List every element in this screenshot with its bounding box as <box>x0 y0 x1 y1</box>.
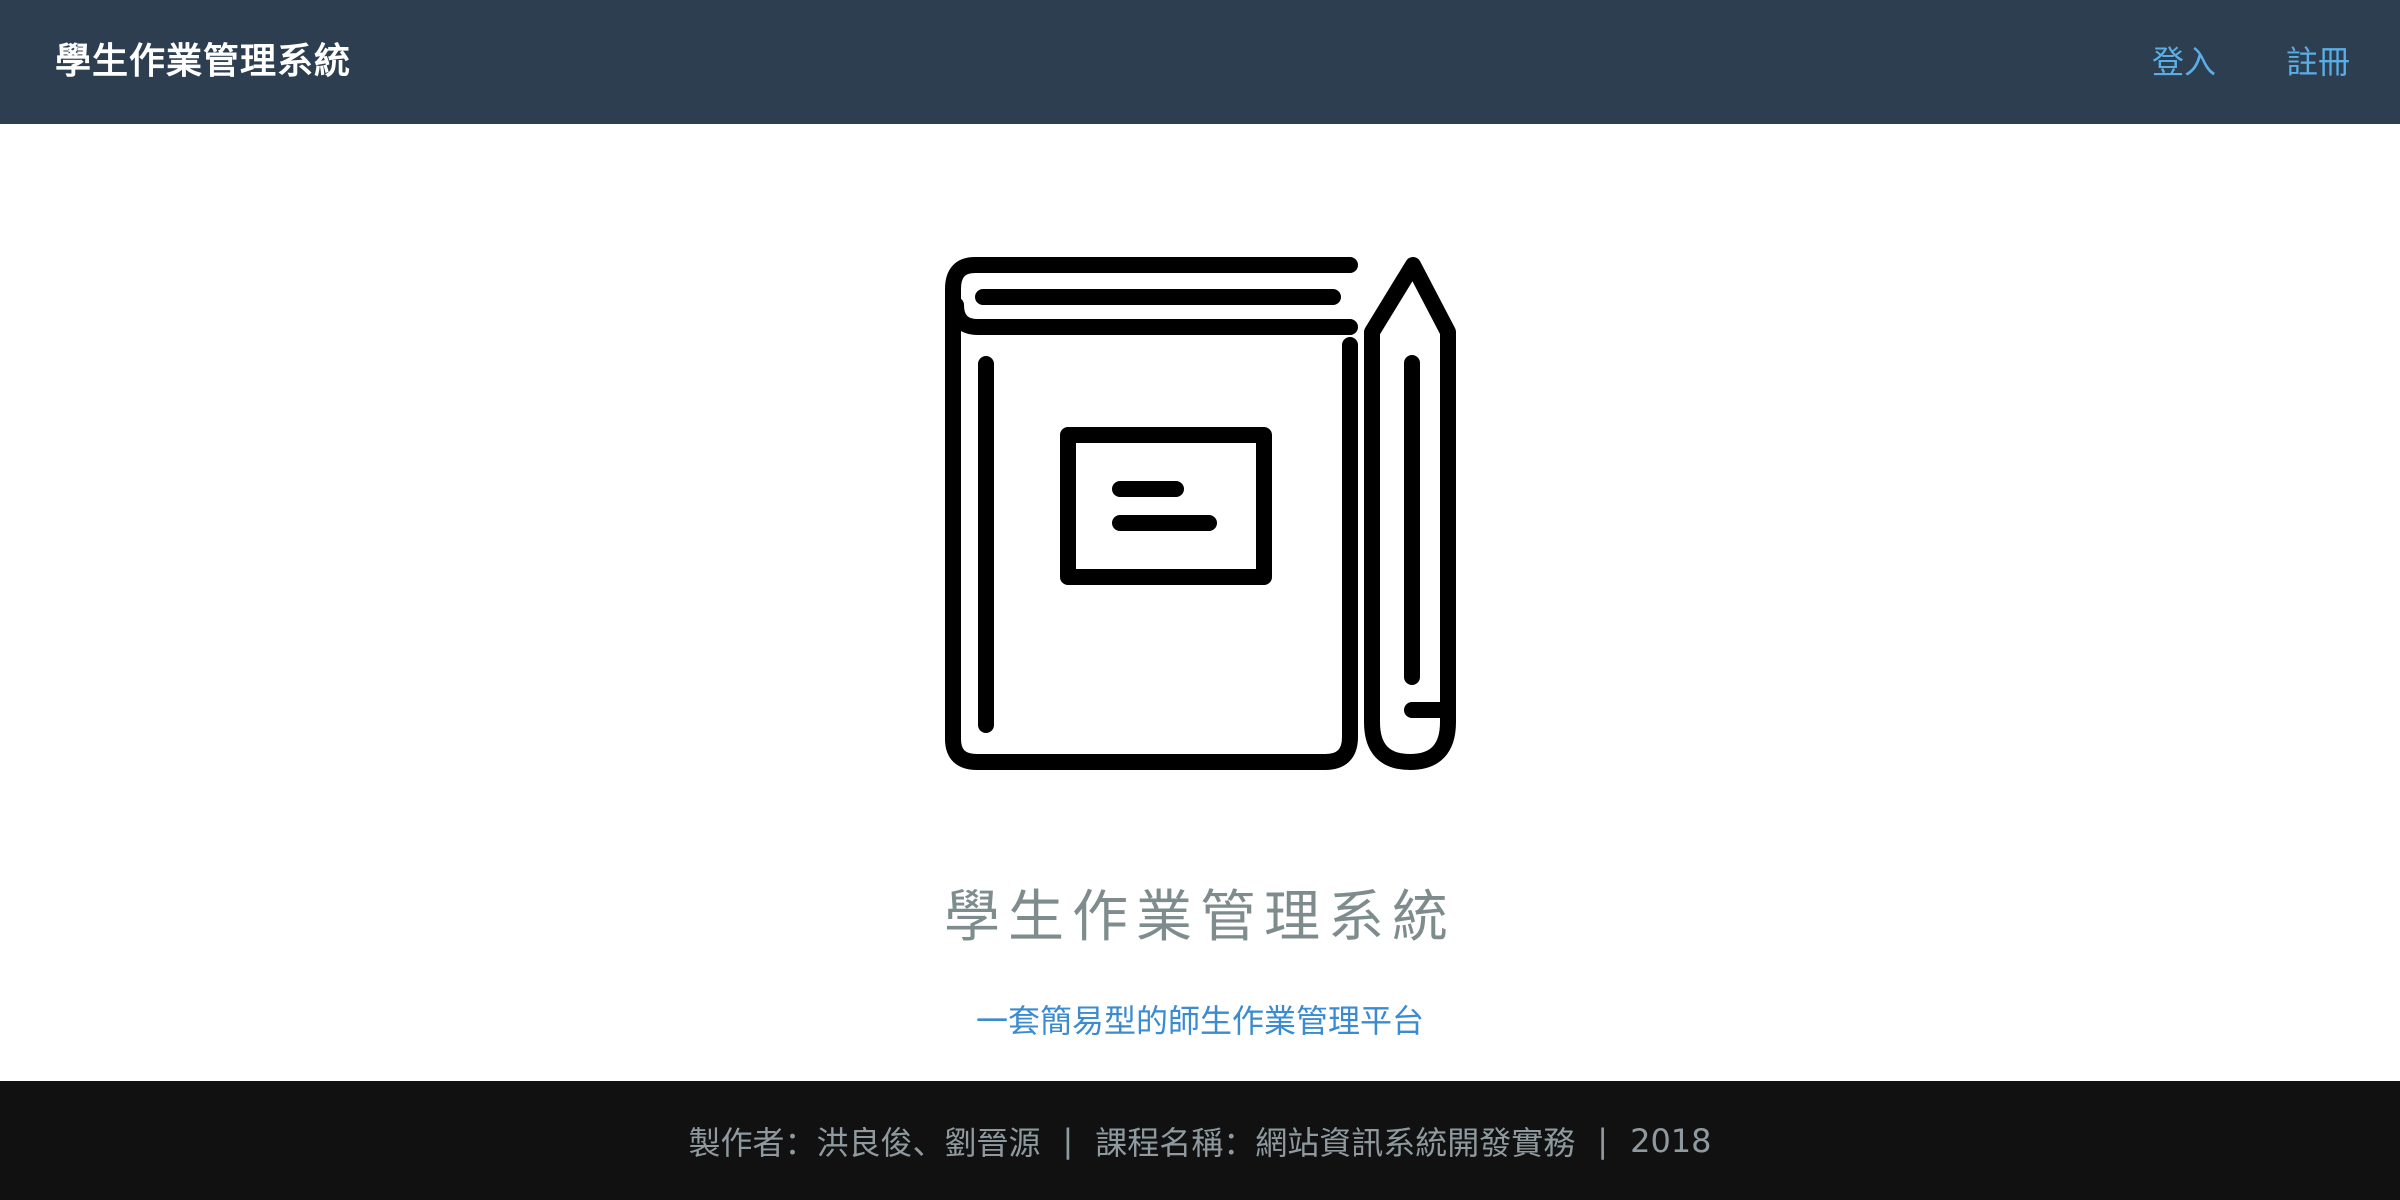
footer-separator: | <box>1597 1121 1609 1160</box>
footer-separator: | <box>1062 1121 1074 1160</box>
brand-link[interactable]: 學生作業管理系統 <box>55 0 351 124</box>
login-link[interactable]: 登入 <box>2152 46 2216 78</box>
footer-authors: 製作者：洪良俊、劉晉源 <box>688 1123 1041 1162</box>
hero-subtitle: 一套簡易型的師生作業管理平台 <box>975 1002 1424 1040</box>
hero-section: 學生作業管理系統 一套簡易型的師生作業管理平台 <box>0 124 2400 1081</box>
footer: 製作者：洪良俊、劉晉源 | 課程名稱：網站資訊系統開發實務 | 2018 <box>0 1081 2400 1200</box>
nav-links: 登入 註冊 <box>2152 0 2350 124</box>
footer-year: 2018 <box>1630 1121 1712 1160</box>
footer-course: 課程名稱：網站資訊系統開發實務 <box>1095 1123 1576 1162</box>
register-link[interactable]: 註冊 <box>2286 46 2350 78</box>
hero-title: 學生作業管理系統 <box>944 885 1456 950</box>
top-navbar: 學生作業管理系統 登入 註冊 <box>0 0 2400 124</box>
notebook-pencil-icon <box>945 257 1456 770</box>
